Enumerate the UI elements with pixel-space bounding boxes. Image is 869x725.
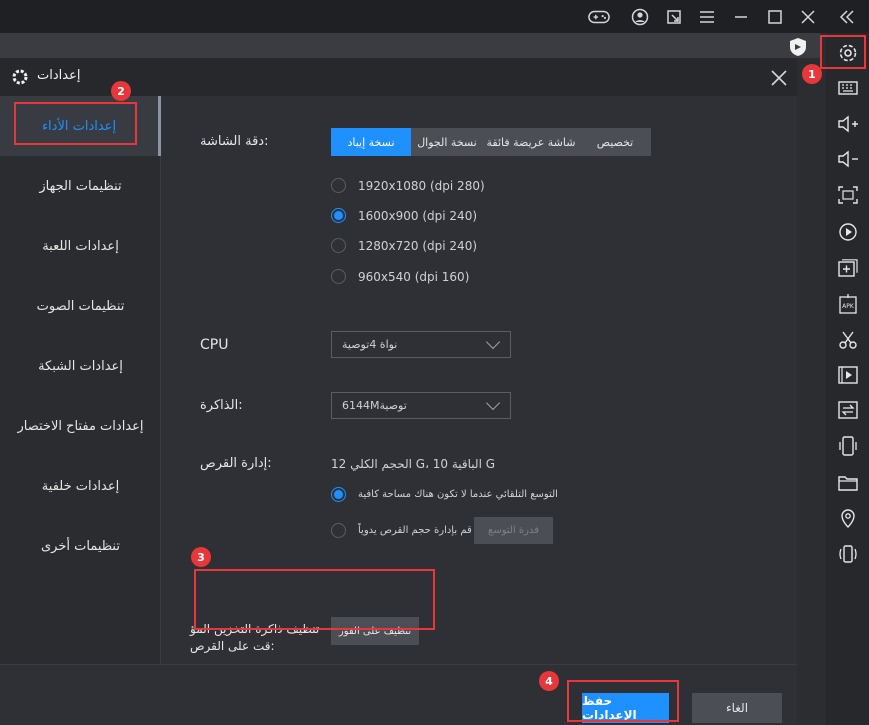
fullscreen-icon[interactable] [835,183,861,207]
location-pin-icon[interactable] [835,506,861,530]
sidebar-item-label: تنظيمات أخرى [41,538,120,554]
video-player-icon[interactable] [835,363,861,387]
settings-title-gear-icon [11,68,29,86]
sidebar-item-label: إعدادات الأداء [41,118,117,134]
memory-label: الذاكرة: [200,398,243,413]
tab-ipad-version[interactable]: نسخة إيباد [331,128,411,156]
disk-manual-option[interactable]: قم بإدارة حجم القرص يدوياً [331,523,472,538]
shake-device-icon[interactable] [835,434,861,458]
sync-icon[interactable] [835,398,861,422]
sidebar-item-label: تنظيمات الجهاز [39,178,122,194]
collapse-sidebar-icon[interactable] [836,7,858,27]
account-icon[interactable] [629,7,651,27]
add-window-icon[interactable] [835,256,861,280]
close-dialog-icon[interactable] [770,69,788,87]
tab-ultrawide[interactable]: شاشة عريضة فائقة [483,128,579,156]
sidebar-item-game[interactable]: إعدادات اللعبة [0,216,161,276]
vibrate-phone-icon[interactable] [835,542,861,566]
svg-text:APK: APK [842,303,855,310]
step-badge: 3 [191,547,211,567]
resolution-option-1600[interactable]: 1600x900 (dpi 240) [331,208,477,223]
scissors-icon[interactable] [835,328,861,352]
radio-button[interactable] [331,523,346,538]
folder-icon[interactable] [835,471,861,495]
minimize-icon[interactable] [730,7,752,27]
sidebar-item-label: إعدادات الشبكة [38,358,123,374]
sidebar-item-sound[interactable]: تنظيمات الصوت [0,276,161,336]
radio-button[interactable] [331,269,346,284]
sidebar-item-performance[interactable]: إعدادات الأداء [0,96,161,156]
disk-label: إدارة القرص: [200,456,272,471]
settings-gear-icon[interactable] [834,40,862,66]
sidebar-item-label: إعدادات خلفية [41,478,120,494]
cpu-select[interactable]: نواة 4توصية [331,331,511,358]
volume-down-icon[interactable] [835,147,861,171]
sidebar-item-label: إعدادات اللعبة [42,238,119,254]
cpu-label: CPU [200,337,229,353]
tab-custom[interactable]: تخصيص [579,128,651,156]
expand-capacity-button[interactable]: قدرة التوسع [474,517,553,544]
settings-dialog: إعدادات إعدادات الأداء تنظيمات الجهاز إع… [0,58,797,725]
tab-mobile-version[interactable]: نسخة الجوال [411,128,483,156]
dialog-title: إعدادات [37,68,81,83]
sidebar-item-shortcuts[interactable]: إعدادات مفتاح الاختصار [0,396,161,456]
screenshot-window-icon[interactable] [663,7,685,27]
volume-up-icon[interactable] [835,112,861,136]
step-badge: 2 [111,81,131,101]
radio-button[interactable] [331,178,346,193]
memory-select[interactable]: 6144Mتوصية [331,392,511,419]
resolution-label: دقة الشاشة: [200,134,269,149]
apk-install-icon[interactable]: APK [835,292,861,316]
shield-logo-icon [788,37,808,57]
resolution-option-1920[interactable]: 1920x1080 (dpi 280) [331,178,485,193]
emulator-side-toolbar: APK [826,33,869,725]
chevron-down-icon [485,395,501,411]
disk-size-info: 12 الحجم الكلي G، 10 الباقية G [331,457,496,471]
clean-now-button[interactable]: تنظيف على الفور [331,617,419,645]
sidebar-item-label: تنظيمات الصوت [36,298,125,314]
gamepad-icon[interactable] [588,7,610,27]
settings-content: دقة الشاشة: نسخة إيباد نسخة الجوال شاشة … [162,96,797,664]
dialog-footer: حفظ الإعدادات الغاء [0,664,797,725]
radio-button-checked[interactable] [331,208,346,223]
record-play-icon[interactable] [835,220,861,244]
settings-sidebar: إعدادات الأداء تنظيمات الجهاز إعدادات ال… [0,96,161,664]
save-settings-button[interactable]: حفظ الإعدادات [582,693,669,723]
cancel-button[interactable]: الغاء [692,693,782,723]
radio-button-checked[interactable] [331,487,346,502]
chevron-down-icon [485,334,501,350]
maximize-icon[interactable] [764,7,786,27]
keyboard-icon[interactable] [835,76,861,100]
disk-auto-expand-option[interactable]: التوسع التلقائي عندما لا تكون هناك مساحة… [331,487,558,502]
step-badge: 1 [802,64,822,84]
sidebar-item-network[interactable]: إعدادات الشبكة [0,336,161,396]
step-badge: 4 [539,671,559,691]
resolution-option-960[interactable]: 960x540 (dpi 160) [331,269,469,284]
sidebar-item-other[interactable]: تنظيمات أخرى [0,516,161,576]
close-window-icon[interactable] [797,7,819,27]
resolution-option-1280[interactable]: 1280x720 (dpi 240) [331,238,477,253]
radio-button[interactable] [331,238,346,253]
toolbar-strip [0,33,820,58]
sidebar-item-label: إعدادات مفتاح الاختصار [17,418,144,434]
menu-icon[interactable] [696,7,718,27]
emulator-titlebar [0,0,869,33]
cache-label: تنظيف ذاكرة التخزين المؤ قت على القرص: [190,622,320,653]
sidebar-item-background[interactable]: إعدادات خلفية [0,456,161,516]
sidebar-item-device[interactable]: تنظيمات الجهاز [0,156,161,216]
